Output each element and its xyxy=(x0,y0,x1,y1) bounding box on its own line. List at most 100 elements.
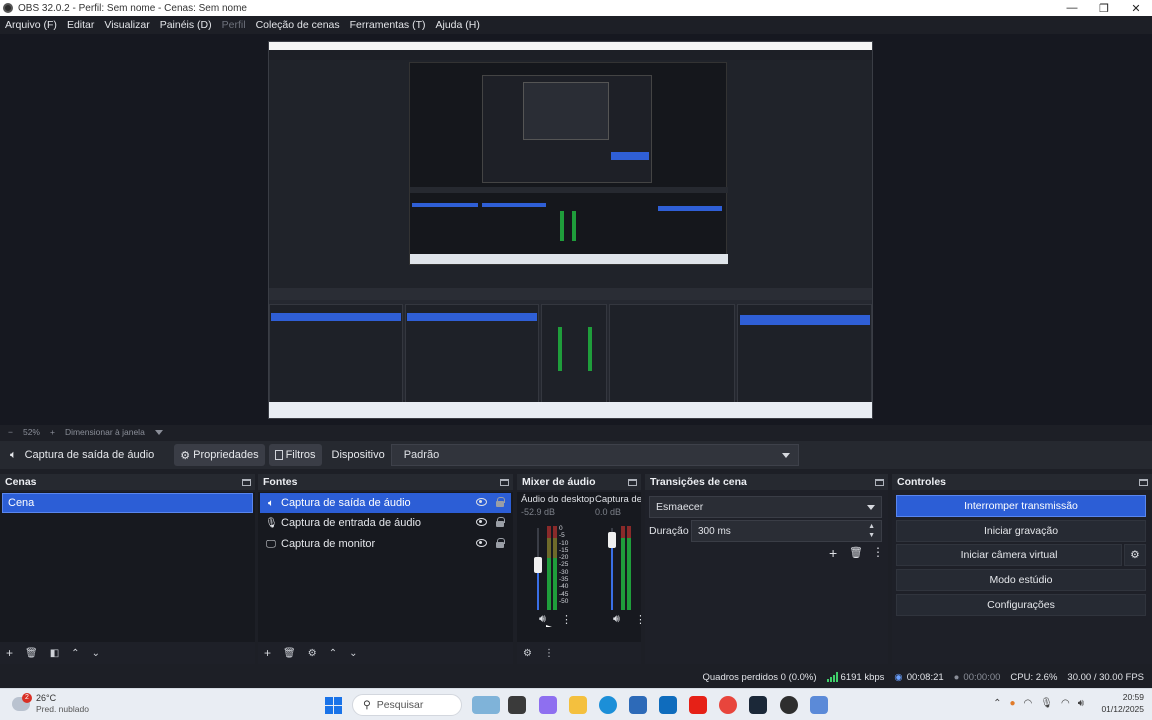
trash-icon[interactable]: 🗑︎ xyxy=(849,546,863,559)
start-virtual-camera-button[interactable]: Iniciar câmera virtual xyxy=(896,544,1122,566)
gear-icon[interactable]: ⚙ xyxy=(308,648,317,659)
preview-area[interactable] xyxy=(0,34,1152,425)
kebab-menu-icon[interactable]: ⋮ xyxy=(635,613,641,626)
lock-icon[interactable] xyxy=(496,538,505,548)
spin-arrows-icon[interactable]: ▲ ▼ xyxy=(868,522,875,540)
scale-mode-chevron-icon[interactable] xyxy=(154,429,163,435)
network-icon[interactable]: ◠ xyxy=(1024,698,1033,709)
app-icon[interactable] xyxy=(810,696,828,714)
volume-fader-handle[interactable] xyxy=(608,532,616,549)
copilot-icon[interactable] xyxy=(539,696,557,714)
wifi-icon[interactable]: ◠ xyxy=(1061,698,1070,709)
monitor-icon: 🖵︎ xyxy=(266,538,276,550)
arrow-up-icon[interactable]: ⌃ xyxy=(329,648,337,659)
duration-input[interactable]: 300 ms ▲ ▼ xyxy=(691,520,882,542)
kebab-menu-icon[interactable]: ⋮ xyxy=(872,545,884,559)
arrow-down-icon[interactable]: ⌄ xyxy=(92,648,100,659)
transition-select[interactable]: Esmaecer xyxy=(649,496,882,518)
add-icon[interactable]: + xyxy=(264,646,271,660)
mute-speaker-icon[interactable]: 🔊︎ xyxy=(539,613,546,626)
widget-landscape-icon[interactable] xyxy=(472,696,500,714)
undock-icon[interactable] xyxy=(500,478,509,486)
obs-taskbar-icon[interactable] xyxy=(780,696,798,714)
menu-visualizar[interactable]: Visualizar xyxy=(104,19,149,31)
scale-mode[interactable]: Dimensionar à janela xyxy=(65,427,145,437)
nested-mixer-dock xyxy=(541,304,607,404)
filter-icon[interactable]: ◧ xyxy=(50,648,59,659)
weather-widget[interactable]: 2 26°C Pred. nublado xyxy=(12,693,89,715)
lock-icon[interactable] xyxy=(496,517,505,527)
edge-icon[interactable] xyxy=(599,696,617,714)
scene-item[interactable]: Cena xyxy=(2,493,253,513)
undock-icon[interactable] xyxy=(242,478,251,486)
volume-fader-fill xyxy=(611,540,613,610)
close-button[interactable]: ✕ xyxy=(1120,0,1152,16)
microphone-icon[interactable]: 🎙︎ xyxy=(1040,698,1053,709)
menu-perfil[interactable]: Perfil xyxy=(222,19,246,31)
source-item[interactable]: 🖵︎ Captura de monitor xyxy=(260,534,511,554)
menu-colecao-de-cenas[interactable]: Coleção de cenas xyxy=(256,19,340,31)
current-source: 🔈︎ Captura de saída de áudio xyxy=(4,444,160,466)
add-icon[interactable]: + xyxy=(6,646,13,660)
audio-meter xyxy=(547,526,551,610)
menu-paineis[interactable]: Painéis (D) xyxy=(160,19,212,31)
nested-taskbar xyxy=(410,254,728,264)
arrow-down-icon[interactable]: ⌄ xyxy=(349,648,357,659)
add-icon[interactable]: + xyxy=(829,545,837,561)
menu-ferramentas[interactable]: Ferramentas (T) xyxy=(350,19,426,31)
speaker-icon[interactable]: 🔊︎ xyxy=(1078,698,1084,709)
zoom-in-icon[interactable]: + xyxy=(50,427,55,437)
preview-canvas[interactable] xyxy=(268,41,873,419)
tray-app-icon[interactable]: ● xyxy=(1009,698,1015,709)
trash-icon[interactable]: 🗑︎ xyxy=(25,648,38,659)
bitrate-indicator: 6191 kbps xyxy=(826,672,884,683)
menu-editar[interactable]: Editar xyxy=(67,19,94,31)
advanced-audio-icon[interactable]: ⚙ xyxy=(523,648,532,659)
trash-icon[interactable]: 🗑︎ xyxy=(283,648,296,659)
minimize-button[interactable]: — xyxy=(1056,0,1088,16)
properties-button[interactable]: ⚙ Propriedades xyxy=(174,444,265,466)
source-item[interactable]: 🔈︎ Captura de saída de áudio xyxy=(260,493,511,513)
arrow-up-icon[interactable]: ⌃ xyxy=(71,648,79,659)
settings-button[interactable]: Configurações xyxy=(896,594,1146,616)
virtual-camera-settings-button[interactable]: ⚙ xyxy=(1124,544,1146,566)
task-view-icon[interactable] xyxy=(508,696,526,714)
taskbar-search[interactable]: ⚲ Pesquisar xyxy=(352,694,462,716)
eye-icon[interactable] xyxy=(476,518,487,526)
youtube-icon[interactable] xyxy=(689,696,707,714)
source-item[interactable]: 🎙︎ Captura de entrada de áudio xyxy=(260,513,511,533)
scenes-list: Cena xyxy=(0,492,255,642)
volume-fader-handle[interactable] xyxy=(534,556,542,573)
kebab-menu-icon[interactable]: ⋮ xyxy=(544,648,554,659)
chevron-up-icon[interactable]: ⌃ xyxy=(993,698,1001,709)
store-icon[interactable] xyxy=(629,696,647,714)
start-recording-button[interactable]: Iniciar gravação xyxy=(896,520,1146,542)
studio-mode-button[interactable]: Modo estúdio xyxy=(896,569,1146,591)
clock[interactable]: 20:59 01/12/2025 xyxy=(1101,691,1144,715)
filters-button[interactable]: Filtros xyxy=(268,444,322,466)
duration-value: 300 ms xyxy=(698,525,731,537)
outlook-icon[interactable] xyxy=(659,696,677,714)
eye-icon[interactable] xyxy=(476,498,487,506)
steam-icon[interactable] xyxy=(749,696,767,714)
sources-dock-header: Fontes xyxy=(258,474,513,490)
menu-arquivo[interactable]: Arquivo (F) xyxy=(5,19,57,31)
undock-icon[interactable] xyxy=(875,478,884,486)
eye-icon[interactable] xyxy=(476,539,487,547)
kebab-menu-icon[interactable]: ⋮ xyxy=(561,613,572,626)
device-select[interactable]: Padrão xyxy=(390,444,799,466)
mute-speaker-icon[interactable]: 🔊︎ xyxy=(613,613,620,626)
undock-icon[interactable] xyxy=(628,478,637,486)
lock-icon[interactable] xyxy=(496,497,505,507)
menu-ajuda[interactable]: Ajuda (H) xyxy=(435,19,479,31)
speaker-icon: 🔈︎ xyxy=(268,497,274,509)
windows-start-icon[interactable] xyxy=(325,697,342,714)
zoom-out-icon[interactable]: − xyxy=(8,427,13,437)
chrome-icon[interactable] xyxy=(719,696,737,714)
nested-source-selected xyxy=(407,313,537,321)
maximize-button[interactable]: ❐ xyxy=(1088,0,1120,16)
stop-streaming-button[interactable]: Interromper transmissão xyxy=(896,495,1146,517)
file-explorer-icon[interactable] xyxy=(569,696,587,714)
source-label: Captura de saída de áudio xyxy=(281,497,411,509)
undock-icon[interactable] xyxy=(1139,478,1148,486)
